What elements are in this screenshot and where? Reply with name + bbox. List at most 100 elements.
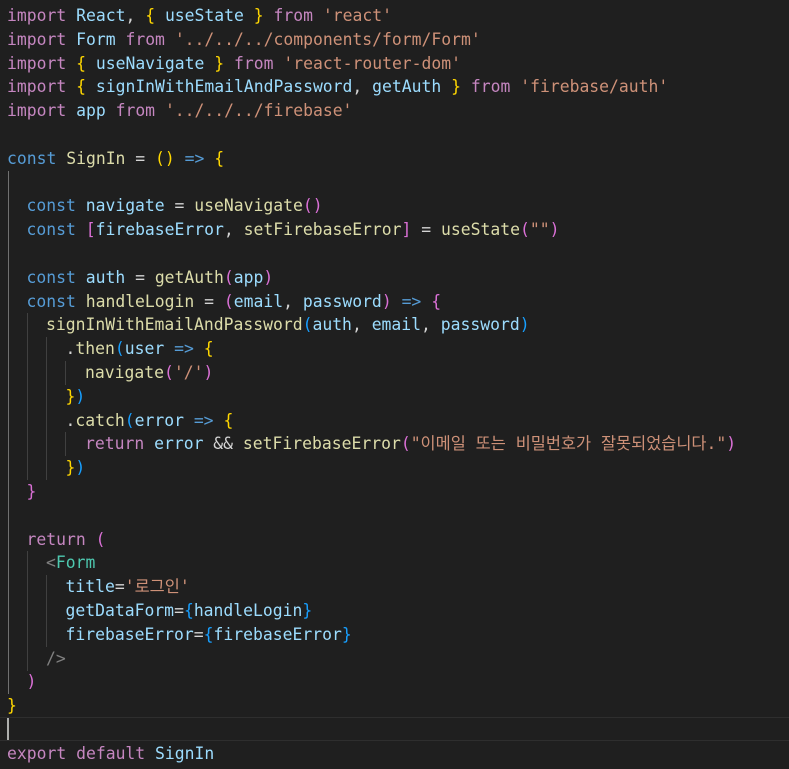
code-line[interactable]: return ( [7, 528, 789, 552]
code-token: navigate [85, 196, 165, 216]
code-token: navigate [85, 363, 164, 382]
code-token: [ [85, 220, 96, 240]
code-token: email [371, 315, 422, 335]
code-token: ) [75, 386, 86, 406]
code-token: getAuth [372, 77, 442, 97]
code-line[interactable]: } [7, 480, 789, 504]
code-token: = [174, 601, 184, 620]
code-token: } [451, 77, 461, 97]
code-token: SignIn [155, 743, 215, 763]
code-line[interactable]: import { signInWithEmailAndPassword, get… [7, 75, 789, 99]
code-line[interactable]: title='로그인' [7, 575, 789, 599]
code-line[interactable] [7, 718, 789, 742]
code-editor[interactable]: import React, { useState } from 'react' i… [0, 0, 789, 769]
code-token: error [154, 434, 204, 454]
code-token: const [26, 196, 76, 216]
code-token: firebaseError [95, 220, 224, 240]
code-line[interactable] [7, 242, 789, 266]
code-line[interactable]: import app from '../../../firebase' [7, 99, 789, 123]
code-token: return [85, 434, 145, 454]
code-token: getAuth [154, 267, 224, 287]
code-line[interactable]: const handleLogin = (email, password) =>… [7, 290, 789, 314]
code-token: import [7, 53, 67, 73]
code-line[interactable]: ) [7, 670, 789, 694]
code-line[interactable]: signInWithEmailAndPassword(auth, email, … [7, 313, 789, 337]
code-token: const [7, 148, 57, 168]
code-line[interactable]: } [7, 694, 789, 718]
code-token: ( [155, 148, 165, 168]
code-token: setFirebaseError [243, 220, 402, 240]
code-token: '../../../components/form/Form' [174, 29, 481, 49]
code-line[interactable] [7, 123, 789, 147]
code-token: default [76, 743, 146, 763]
code-token: 'firebase/auth' [520, 77, 669, 97]
code-token: ( [302, 196, 313, 216]
code-line[interactable]: .catch(error => { [7, 409, 789, 433]
code-token: ( [223, 267, 234, 287]
code-line[interactable]: }) [7, 385, 789, 409]
code-line[interactable]: navigate('/') [7, 361, 789, 385]
code-line[interactable]: const [firebaseError, setFirebaseError] … [7, 218, 789, 242]
code-token: , [283, 291, 303, 311]
cropped-line-edge [0, 0, 789, 4]
code-token: = [411, 220, 442, 240]
code-token: const [26, 220, 76, 240]
code-line[interactable]: }) [7, 456, 789, 480]
code-line[interactable] [7, 171, 789, 195]
code-line[interactable]: return error && setFirebaseError("이메일 또는… [7, 432, 789, 456]
code-token: "이메일 또는 비밀번호가 잘못되었습니다." [410, 434, 727, 454]
code-token: ) [203, 363, 214, 382]
code-token: React [76, 6, 126, 25]
code-token: auth [312, 315, 352, 335]
code-token: , [223, 220, 244, 240]
code-token: const [26, 267, 76, 287]
code-line[interactable]: import { useNavigate } from 'react-route… [7, 52, 789, 76]
code-line[interactable]: firebaseError={firebaseError} [7, 623, 789, 647]
code-token: = [125, 148, 156, 168]
code-token: firebaseError [213, 624, 342, 644]
code-token: } [302, 601, 313, 620]
code-token: , [421, 315, 441, 335]
code-token: getDataForm [65, 601, 175, 620]
code-line[interactable]: getDataForm={handleLogin} [7, 599, 789, 623]
code-line[interactable]: export default SignIn [7, 742, 789, 766]
code-token: "" [529, 220, 550, 240]
code-line[interactable]: /> [7, 647, 789, 671]
code-token: error [134, 410, 184, 430]
code-line[interactable]: <Form [7, 551, 789, 575]
code-token: import [7, 29, 67, 49]
code-token: < [46, 553, 56, 573]
code-token: import [7, 101, 67, 121]
code-line[interactable]: const navigate = useNavigate() [7, 194, 789, 218]
code-line[interactable]: import React, { useState } from 'react' [7, 4, 789, 28]
code-line[interactable]: const auth = getAuth(app) [7, 266, 789, 290]
code-line[interactable]: const SignIn = () => { [7, 147, 789, 171]
code-line[interactable]: .then(user => { [7, 337, 789, 361]
code-line[interactable] [7, 504, 789, 528]
code-token: useNavigate [194, 196, 303, 216]
code-line[interactable]: import Form from '../../../components/fo… [7, 28, 789, 52]
